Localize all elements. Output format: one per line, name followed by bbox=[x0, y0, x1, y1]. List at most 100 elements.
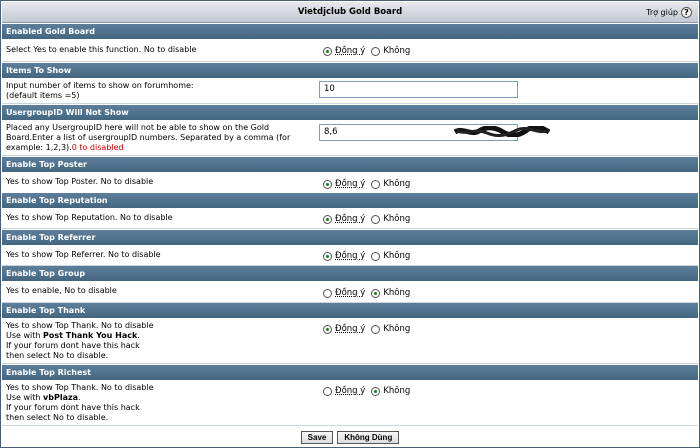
radio-yes-label[interactable]: Đồng ý bbox=[335, 288, 365, 298]
desc-text: . bbox=[78, 393, 81, 402]
form-footer: Save Không Dùng bbox=[2, 427, 698, 447]
radio-yes-label[interactable]: Đồng ý bbox=[335, 386, 365, 396]
row-top-richest: Yes to show Top Thank. No to disable Use… bbox=[2, 380, 698, 426]
radio-group-gold-board: Đồng ý Không bbox=[323, 46, 416, 56]
radio-no-label[interactable]: Không bbox=[383, 288, 410, 298]
setting-description: Yes to show Top Reputation. No to disabl… bbox=[6, 213, 173, 222]
desc-line: then select No to disable. bbox=[6, 351, 109, 360]
radio-yes[interactable]: Đồng ý bbox=[323, 324, 365, 334]
radio-no-label[interactable]: Không bbox=[383, 324, 410, 334]
desc-text: Use with bbox=[6, 393, 44, 402]
radio-no[interactable]: Không bbox=[371, 179, 410, 189]
radio-dot[interactable] bbox=[371, 214, 381, 224]
setting-description: Yes to show Top Poster. No to disable bbox=[6, 177, 154, 186]
window-title: Vietdjclub Gold Board bbox=[297, 7, 403, 17]
radio-no-label[interactable]: Không bbox=[383, 46, 410, 56]
radio-yes-label[interactable]: Đồng ý bbox=[335, 324, 365, 334]
radio-dot-selected[interactable] bbox=[371, 288, 381, 298]
redaction-scribble bbox=[453, 126, 551, 137]
desc-line: then select No to disable. bbox=[6, 413, 109, 422]
window-titlebar: Vietdjclub Gold Board Trợ giúp ? bbox=[2, 2, 698, 23]
radio-no[interactable]: Không bbox=[371, 214, 410, 224]
desc-text: . bbox=[137, 331, 140, 340]
radio-dot[interactable] bbox=[371, 179, 381, 189]
radio-no-label[interactable]: Không bbox=[383, 251, 410, 261]
radio-yes-label[interactable]: Đồng ý bbox=[335, 214, 365, 224]
radio-dot-selected[interactable] bbox=[323, 251, 332, 261]
desc-red-note: 0 to disabled bbox=[71, 143, 124, 152]
hack-name: Post Thank You Hack bbox=[43, 331, 138, 340]
desc-text: Placed any UsergroupID here will not be … bbox=[6, 123, 291, 152]
radio-group-top-referrer: Đồng ý Không bbox=[323, 251, 416, 261]
desc-line: If your forum dont have this hack bbox=[6, 403, 140, 412]
desc-line: If your forum dont have this hack bbox=[6, 341, 140, 350]
section-top-poster: Enable Top Poster bbox=[2, 157, 698, 172]
row-top-group: Yes to enable, No to disable Đồng ý Khôn… bbox=[2, 281, 698, 303]
desc-line: (default items =5) bbox=[6, 91, 80, 100]
radio-dot[interactable] bbox=[371, 324, 381, 334]
radio-no[interactable]: Không bbox=[371, 46, 410, 56]
help-link[interactable]: Trợ giúp ? bbox=[646, 2, 692, 23]
radio-yes[interactable]: Đồng ý bbox=[323, 288, 365, 298]
radio-dot-selected[interactable] bbox=[323, 324, 332, 334]
radio-no[interactable]: Không bbox=[371, 251, 410, 261]
desc-line: Yes to show Top Thank. No to disable bbox=[6, 383, 154, 392]
section-enabled-gold-board: Enabled Gold Board bbox=[2, 24, 698, 39]
section-top-group: Enable Top Group bbox=[2, 266, 698, 281]
radio-dot[interactable] bbox=[323, 288, 332, 298]
items-count-input[interactable]: 10 bbox=[319, 81, 518, 98]
section-top-richest: Enable Top Richest bbox=[2, 365, 698, 380]
radio-yes[interactable]: Đồng ý bbox=[323, 46, 365, 56]
section-top-thank: Enable Top Thank bbox=[2, 303, 698, 318]
save-button[interactable]: Save bbox=[300, 430, 334, 444]
radio-dot[interactable] bbox=[323, 386, 332, 396]
radio-yes[interactable]: Đồng ý bbox=[323, 214, 365, 224]
setting-description: Input number of items to show on forumho… bbox=[6, 81, 311, 101]
radio-dot-selected[interactable] bbox=[323, 179, 332, 189]
section-usergroupid: UsergroupID Will Not Show bbox=[2, 105, 698, 120]
radio-no[interactable]: Không bbox=[371, 288, 410, 298]
radio-dot[interactable] bbox=[371, 251, 381, 261]
radio-yes-label[interactable]: Đồng ý bbox=[335, 251, 365, 261]
radio-yes-label[interactable]: Đồng ý bbox=[335, 46, 365, 56]
row-top-poster: Yes to show Top Poster. No to disable Đồ… bbox=[2, 172, 698, 194]
desc-line: Use with Post Thank You Hack. bbox=[6, 331, 311, 341]
hack-name: vbPlaza bbox=[43, 393, 79, 402]
radio-group-top-richest: Đồng ý Không bbox=[323, 386, 416, 396]
row-top-thank: Yes to show Top Thank. No to disable Use… bbox=[2, 318, 698, 364]
radio-no-label[interactable]: Không bbox=[383, 386, 410, 396]
radio-dot-selected[interactable] bbox=[323, 46, 332, 56]
radio-dot-selected[interactable] bbox=[323, 214, 332, 224]
setting-description: Select Yes to enable this function. No t… bbox=[6, 45, 197, 54]
setting-description: Yes to show Top Thank. No to disable Use… bbox=[6, 383, 311, 423]
radio-no-label[interactable]: Không bbox=[383, 214, 410, 224]
row-items-to-show: Input number of items to show on forumho… bbox=[2, 78, 698, 104]
radio-dot-selected[interactable] bbox=[371, 386, 381, 396]
setting-description: Yes to enable, No to disable bbox=[6, 286, 117, 295]
desc-line: Use with vbPlaza. bbox=[6, 393, 311, 403]
radio-group-top-thank: Đồng ý Không bbox=[323, 324, 416, 334]
radio-yes-label[interactable]: Đồng ý bbox=[335, 179, 365, 189]
help-label: Trợ giúp bbox=[646, 8, 678, 17]
row-usergroupid: Placed any UsergroupID here will not be … bbox=[2, 120, 698, 259]
radio-no[interactable]: Không bbox=[371, 324, 410, 334]
radio-yes[interactable]: Đồng ý bbox=[323, 386, 365, 396]
section-top-reputation: Enable Top Reputation bbox=[2, 193, 698, 208]
row-enabled-gold-board: Select Yes to enable this function. No t… bbox=[2, 39, 698, 62]
radio-dot[interactable] bbox=[371, 46, 381, 56]
radio-no-label[interactable]: Không bbox=[383, 179, 410, 189]
help-icon[interactable]: ? bbox=[681, 7, 692, 18]
radio-no[interactable]: Không bbox=[371, 386, 410, 396]
setting-description: Placed any UsergroupID here will not be … bbox=[6, 123, 311, 153]
row-top-reputation: Yes to show Top Reputation. No to disabl… bbox=[2, 208, 698, 229]
settings-window: Vietdjclub Gold Board Trợ giúp ? Enabled… bbox=[0, 0, 700, 448]
row-top-referrer: Yes to show Top Referrer. No to disable … bbox=[2, 245, 698, 266]
radio-group-top-reputation: Đồng ý Không bbox=[323, 214, 416, 224]
desc-line: Yes to show Top Thank. No to disable bbox=[6, 321, 154, 330]
setting-description: Yes to show Top Thank. No to disable Use… bbox=[6, 321, 311, 361]
radio-yes[interactable]: Đồng ý bbox=[323, 251, 365, 261]
radio-group-top-group: Đồng ý Không bbox=[323, 288, 416, 298]
setting-description: Yes to show Top Referrer. No to disable bbox=[6, 250, 161, 259]
radio-yes[interactable]: Đồng ý bbox=[323, 179, 365, 189]
reset-button[interactable]: Không Dùng bbox=[337, 430, 400, 444]
